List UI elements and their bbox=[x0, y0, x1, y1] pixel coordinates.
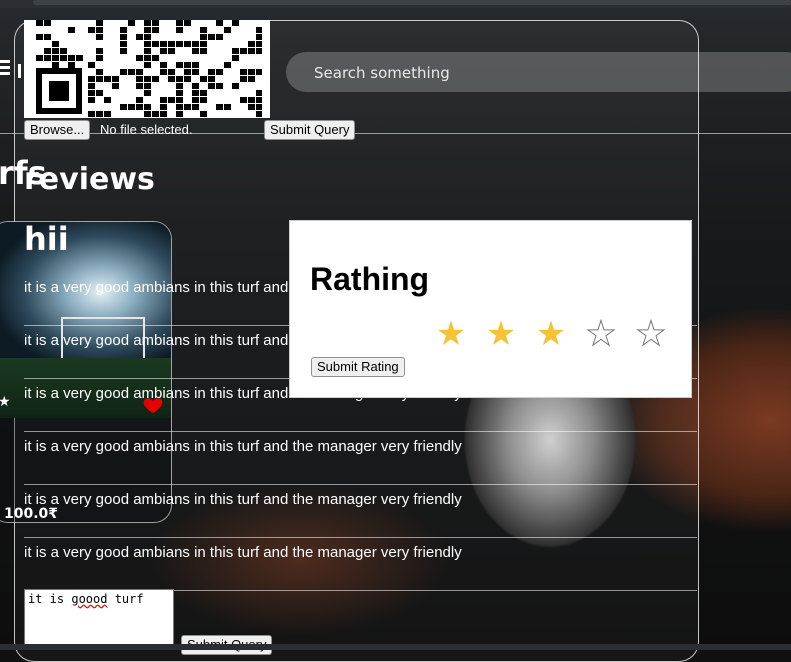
star-4-icon[interactable]: ★ bbox=[576, 317, 626, 352]
review-item: it is a very good ambians in this turf a… bbox=[24, 432, 697, 485]
submit-rating-button[interactable]: Submit Rating bbox=[311, 357, 405, 377]
review-text: it is a very good ambians in this turf a… bbox=[24, 438, 462, 455]
review-text: it is a very good ambians in this turf a… bbox=[24, 544, 462, 561]
review-textarea[interactable]: it is goood turf bbox=[24, 589, 174, 645]
menu-icon[interactable] bbox=[0, 60, 10, 76]
turf-name: hii bbox=[24, 220, 69, 258]
qr-code bbox=[24, 20, 270, 118]
rating-title: Rathing bbox=[310, 261, 430, 297]
review-text: it is a very good ambians in this turf a… bbox=[24, 491, 462, 508]
star-icon: ★ bbox=[0, 394, 11, 410]
rating-popup: Rathing ★ ★ ★ ★ ★ Submit Rating bbox=[289, 220, 692, 398]
star-2-icon[interactable]: ★ bbox=[476, 317, 526, 351]
reviews-heading: reviews bbox=[24, 162, 155, 197]
top-bar bbox=[0, 0, 791, 8]
scrollbar[interactable] bbox=[33, 0, 791, 5]
star-rating[interactable]: ★ ★ ★ ★ ★ bbox=[426, 317, 676, 352]
star-3-icon[interactable]: ★ bbox=[526, 317, 576, 351]
submit-query-button[interactable]: Submit Query bbox=[264, 120, 356, 140]
star-1-icon[interactable]: ★ bbox=[426, 317, 476, 351]
star-5-icon[interactable]: ★ bbox=[626, 317, 676, 352]
review-item: it is a very good ambians in this turf a… bbox=[24, 538, 697, 591]
bottom-bar bbox=[0, 644, 791, 650]
review-item: it is a very good ambians in this turf a… bbox=[24, 485, 697, 538]
file-status: No file selected. bbox=[100, 122, 193, 137]
browse-button[interactable]: Browse... bbox=[24, 120, 91, 140]
